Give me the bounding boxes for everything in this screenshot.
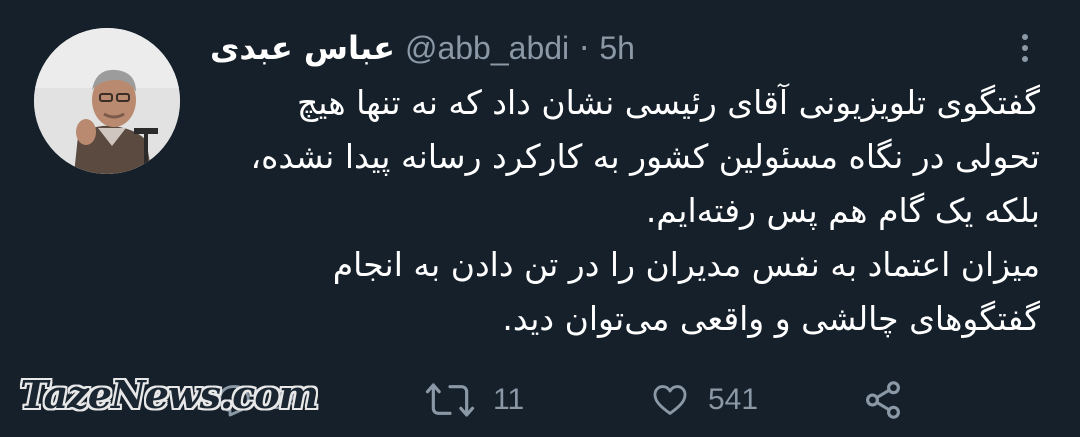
avatar-photo xyxy=(34,28,180,174)
site-watermark: TazeNews.com xyxy=(20,372,319,417)
tweet-timestamp[interactable]: 5h xyxy=(599,30,635,67)
tweet-line: بلکه یک گام هم پس رفته‌ایم. xyxy=(645,191,1040,230)
more-dot xyxy=(1022,45,1028,51)
retweet-icon xyxy=(425,383,475,417)
tweet-line: میزان اعتماد به نفس مدیران را در تن دادن… xyxy=(332,245,1040,284)
like-count: 541 xyxy=(708,383,759,416)
author-name[interactable]: عباس عبدی xyxy=(210,29,395,67)
like-button[interactable]: 541 xyxy=(650,370,758,430)
author-handle[interactable]: @abb_abdi xyxy=(405,30,569,67)
tweet-line: گفتگوهای چالشی و واقعی می‌توان دید. xyxy=(502,299,1040,338)
heart-icon xyxy=(653,385,687,415)
tweet-text: گفتگوی تلویزیونی آقای رئیسی نشان داد که … xyxy=(210,76,1040,346)
more-dot xyxy=(1022,56,1028,62)
more-vertical-icon[interactable] xyxy=(1010,28,1040,68)
retweet-button[interactable]: 11 xyxy=(425,370,524,430)
share-icon xyxy=(866,381,900,419)
header-separator: · xyxy=(579,29,590,67)
retweet-count: 11 xyxy=(493,383,525,416)
author-avatar[interactable] xyxy=(34,28,180,174)
tweet-line: گفتگوی تلویزیونی آقای رئیسی نشان داد که … xyxy=(296,83,1040,122)
tweet-line: تحولی در نگاه مسئولین کشور به کارکرد رسا… xyxy=(250,137,1040,176)
share-button[interactable] xyxy=(862,370,904,430)
more-dot xyxy=(1022,34,1028,40)
tweet-header: عباس عبدی @abb_abdi · 5h xyxy=(210,26,1010,70)
